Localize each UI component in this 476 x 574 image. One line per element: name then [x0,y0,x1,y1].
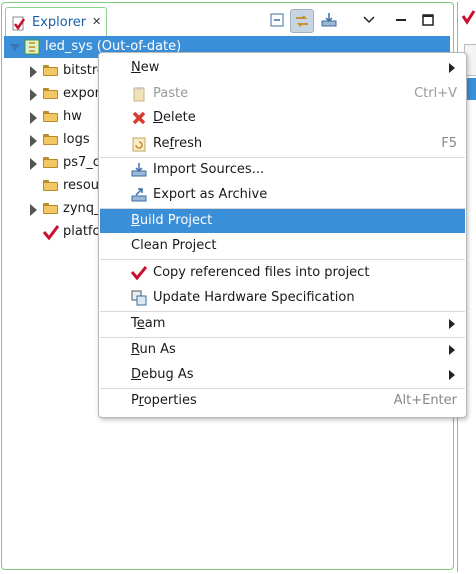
tree-item-label: zynq_ [63,201,101,216]
menu-item-label: Clean Project [131,238,217,253]
folder-icon [43,203,58,214]
tree-item-label: platfo [63,224,101,239]
tree-item-label: ps7_c [63,155,100,170]
menu-item-import-sources[interactable]: Import Sources... [100,158,465,182]
menu-item-shortcut: Alt+Enter [393,393,457,408]
menu-item-properties[interactable]: Properties Alt+Enter [100,389,465,413]
import-icon[interactable] [318,9,340,31]
submenu-arrow-icon [449,319,455,329]
tree-item-label: resou [63,178,100,193]
explorer-tab[interactable]: Explorer ✕ [5,7,107,36]
menu-item-label: Copy referenced files into project [153,265,370,280]
submenu-arrow-icon [449,63,455,73]
menu-item-label: Run As [131,342,176,357]
folder-icon [43,65,58,76]
menu-item-refresh[interactable]: Refresh F5 [100,132,465,156]
application-project-icon [24,39,40,55]
expand-arrow-icon[interactable] [30,158,37,170]
menu-item-shortcut: Ctrl+V [414,86,457,101]
explorer-tab-title: Explorer [32,15,87,30]
collapse-all-icon[interactable] [266,9,288,31]
tree-item-label: expor [63,86,101,101]
platform-icon [42,225,60,241]
menu-item-update-hardware[interactable]: Update Hardware Specification [100,286,465,310]
refresh-icon [131,136,147,152]
menu-item-label: Team [131,316,166,331]
delete-icon [131,110,147,126]
explorer-icon [11,16,27,32]
view-menu-icon[interactable] [358,9,380,31]
menu-item-label: Paste [153,86,189,101]
menu-item-label: Export as Archive [153,187,268,202]
menu-item-run-as[interactable]: Run As [100,338,465,362]
menu-separator [100,259,465,260]
paste-icon [131,86,147,102]
menu-item-delete[interactable]: Delete [100,106,465,130]
folder-icon [43,134,58,145]
menu-item-shortcut: F5 [441,136,457,151]
menu-item-new[interactable]: New [100,56,465,80]
folder-icon [43,88,58,99]
menu-item-label: New [131,60,160,75]
menu-item-paste[interactable]: Paste Ctrl+V [100,82,465,106]
tree-item-label: logs [63,132,90,147]
folder-icon [43,111,58,122]
submenu-arrow-icon [449,345,455,355]
menu-item-label: Build Project [131,213,213,228]
import-icon [131,162,147,178]
menu-item-clean-project[interactable]: Clean Project [100,234,465,258]
expand-arrow-icon[interactable] [30,112,37,124]
menu-item-copy-referenced-files[interactable]: Copy referenced files into project [100,261,465,285]
context-menu: New Paste Ctrl+V Delete Refresh F5 Impor… [98,52,467,418]
folder-icon [43,180,58,191]
expand-arrow-icon[interactable] [30,66,37,78]
expand-arrow-icon[interactable] [30,89,37,101]
menu-item-label: Delete [153,110,196,125]
xilinx-copy-icon [130,265,148,281]
hardware-spec-icon [131,290,147,306]
menu-item-label: Update Hardware Specification [153,290,355,305]
expand-arrow-icon[interactable] [30,135,37,147]
tree-item-label: hw [63,109,82,124]
menu-item-label: Properties [131,393,197,408]
menu-item-label: Refresh [153,136,203,151]
expand-arrow-icon[interactable] [30,204,37,216]
menu-item-team[interactable]: Team [100,312,465,336]
menu-item-label: Debug As [131,367,194,382]
minimize-icon[interactable] [390,9,412,31]
menu-item-build-project[interactable]: Build Project [100,209,465,233]
close-tab-icon[interactable]: ✕ [92,15,101,28]
folder-icon [43,157,58,168]
link-with-editor-icon[interactable] [290,9,314,33]
menu-item-export-archive[interactable]: Export as Archive [100,183,465,207]
maximize-icon[interactable] [417,9,439,31]
menu-item-label: Import Sources... [153,162,265,177]
menu-item-debug-as[interactable]: Debug As [100,363,465,387]
export-icon [131,187,147,203]
expand-arrow-icon[interactable] [10,44,20,51]
submenu-arrow-icon [449,370,455,380]
